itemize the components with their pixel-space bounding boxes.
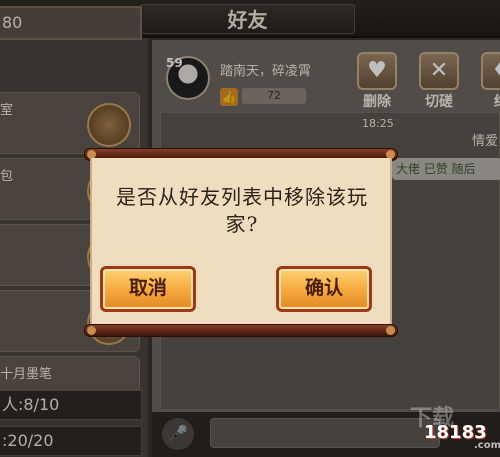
watermark-suffix: .com xyxy=(474,440,500,451)
scroll-bottom-rod xyxy=(84,324,398,337)
confirm-button[interactable]: 确认 xyxy=(276,266,372,312)
site-watermark: 下载 18183 .com xyxy=(410,400,500,457)
dialog-message: 是否从好友列表中移除该玩家? xyxy=(116,185,368,236)
cancel-button[interactable]: 取消 xyxy=(100,266,196,312)
